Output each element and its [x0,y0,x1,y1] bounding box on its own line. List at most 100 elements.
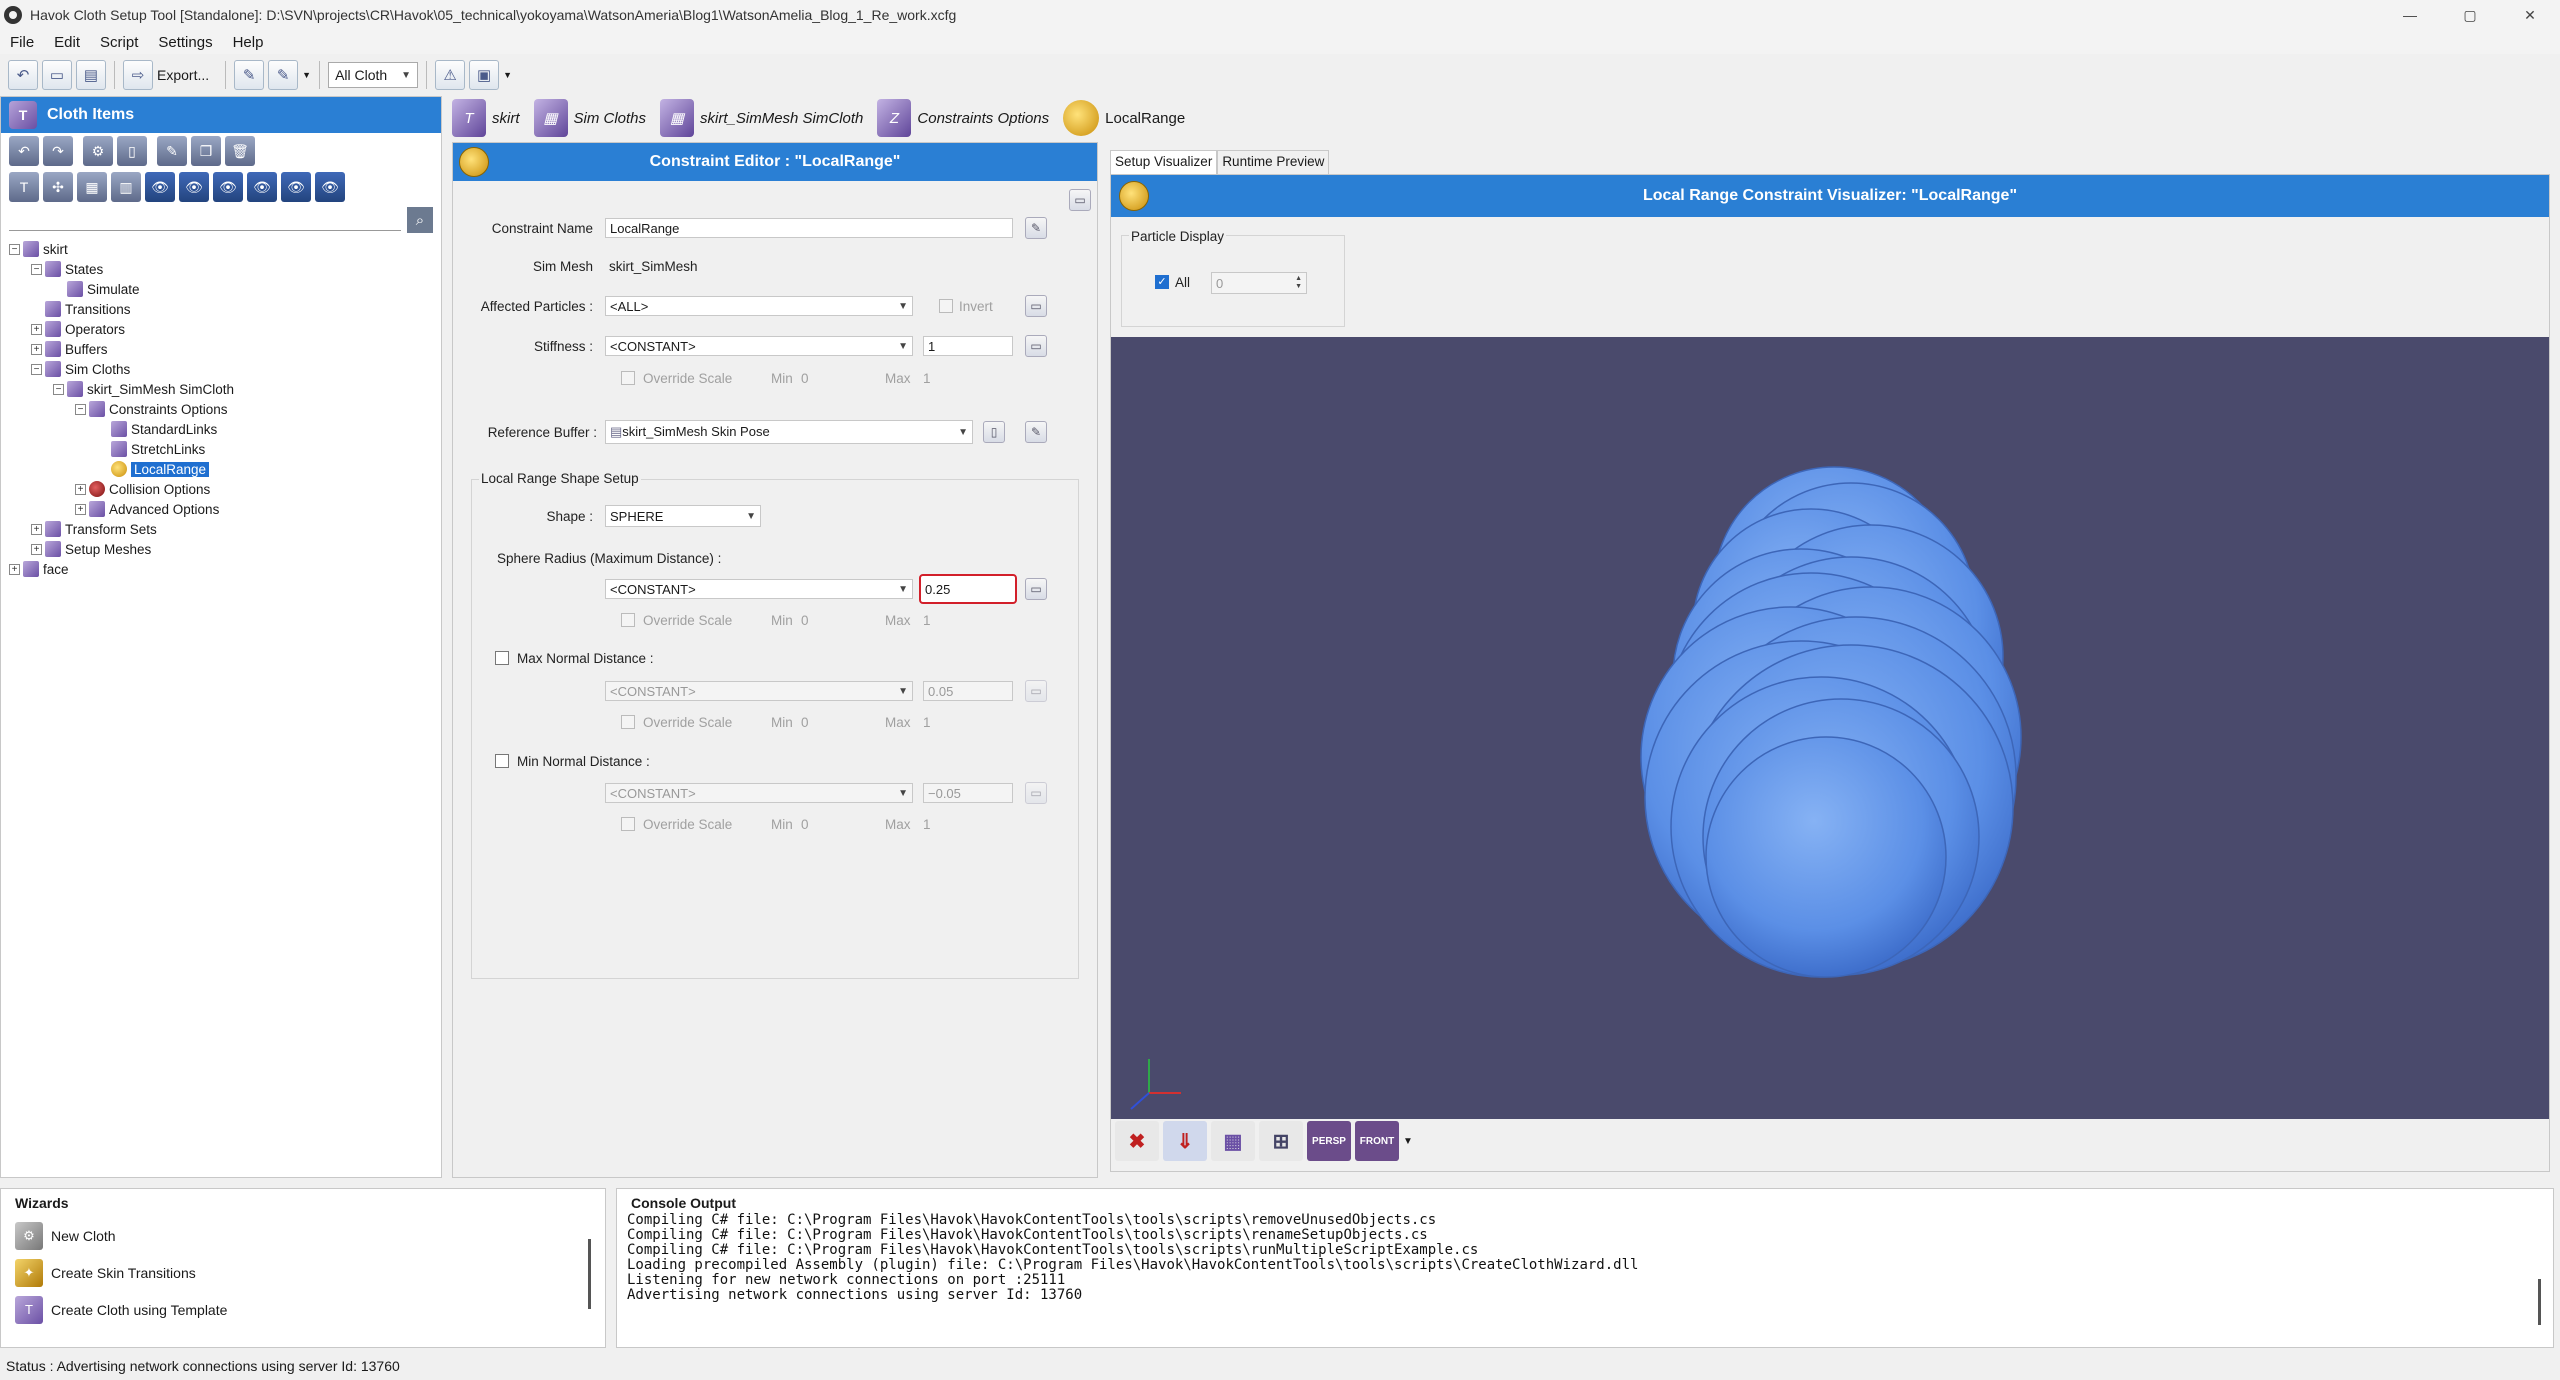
chevron-down-icon[interactable]: ▼ [1403,1136,1413,1147]
sphere-radius-value-input[interactable]: 0.25 [919,574,1017,604]
wizard-create-skin-transitions[interactable]: ✦ Create Skin Transitions [1,1254,605,1291]
stiffness-mode-select[interactable]: <CONSTANT> ▼ [605,336,913,356]
max-normal-options-icon[interactable]: ▭ [1025,680,1047,702]
collapse-icon[interactable]: − [31,263,42,275]
rename-edit-icon[interactable]: ✎ [1025,217,1047,239]
settings-gear-icon[interactable]: ⚙ [83,136,113,166]
chevron-down-icon[interactable]: ▼ [302,70,311,80]
override-scale-checkbox[interactable] [621,613,635,627]
mesh-view-icon[interactable]: ▦ [1211,1121,1255,1161]
override-scale-checkbox[interactable] [621,715,635,729]
console-scrollbar[interactable] [2538,1279,2541,1325]
tree-item[interactable]: + Advanced Options [9,499,433,519]
stiffness-value-input[interactable]: 1 [923,336,1013,356]
visibility-icon[interactable]: 👁 [179,172,209,202]
menu-script[interactable]: Script [90,34,148,51]
tree-item[interactable]: + face [9,559,433,579]
tree-item[interactable]: − States [9,259,433,279]
tree-item[interactable]: − skirt [9,239,433,259]
constraint-name-input[interactable]: LocalRange [605,218,1013,238]
menu-settings[interactable]: Settings [148,34,222,51]
3d-viewport[interactable] [1111,337,2549,1119]
max-normal-value-input[interactable]: 0.05 [923,681,1013,701]
particle-index-spinner[interactable]: 0 ▲ ▼ [1211,272,1307,294]
min-normal-distance-checkbox[interactable] [495,754,509,768]
expand-icon[interactable]: + [75,503,86,515]
expand-icon[interactable]: + [31,523,42,535]
edit-icon[interactable]: ✎ [234,60,265,90]
tree-item[interactable]: Transitions [9,299,433,319]
add-cloth-icon[interactable]: T [9,172,39,202]
tree-item[interactable]: − skirt_SimMesh SimCloth [9,379,433,399]
visibility-icon[interactable]: 👁 [213,172,243,202]
breadcrumb-item-sim-cloths[interactable]: ▦ Sim Cloths [533,99,655,137]
copy-icon[interactable]: ❐ [191,136,221,166]
monitor-icon[interactable]: ▣ [469,60,500,90]
tab-setup-visualizer[interactable]: Setup Visualizer [1110,150,1218,174]
save-icon[interactable]: ▤ [76,60,106,90]
shape-select[interactable]: SPHERE ▼ [605,505,761,527]
open-folder-icon[interactable]: ▭ [42,60,72,90]
undo-icon[interactable]: ↶ [9,136,39,166]
tree-item[interactable]: − Sim Cloths [9,359,433,379]
affected-particles-options-icon[interactable]: ▭ [1025,295,1047,317]
tree-item[interactable]: StretchLinks [9,439,433,459]
min-normal-mode-select[interactable]: <CONSTANT> ▼ [605,783,913,803]
visibility-icon[interactable]: 👁 [145,172,175,202]
breadcrumb-item-skirt[interactable]: T skirt [452,99,528,137]
expand-icon[interactable]: + [31,323,42,335]
chevron-down-icon[interactable]: ▼ [503,70,512,80]
menu-edit[interactable]: Edit [44,34,90,51]
breadcrumb-item-simcloth[interactable]: ▦ skirt_SimMesh SimCloth [660,99,871,137]
tree-item[interactable]: + Buffers [9,339,433,359]
warning-icon[interactable]: ⚠ [435,60,466,90]
editor-options-icon[interactable]: ▭ [1069,189,1091,211]
min-normal-options-icon[interactable]: ▭ [1025,782,1047,804]
menu-file[interactable]: File [0,34,44,51]
buffer-view-icon[interactable]: ▯ [983,421,1005,443]
front-view-button[interactable]: FRONT [1355,1121,1399,1161]
menu-help[interactable]: Help [223,34,274,51]
edit-dropdown-icon[interactable]: ✎ [268,60,299,90]
sphere-radius-mode-select[interactable]: <CONSTANT> ▼ [605,579,913,599]
breadcrumb-item-localrange[interactable]: LocalRange [1063,100,1193,136]
add-simcloth-icon[interactable]: ▥ [111,172,141,202]
expand-icon[interactable]: + [31,343,42,355]
maximize-button[interactable]: ▢ [2440,0,2500,30]
tree-item[interactable]: + Collision Options [9,479,433,499]
minimize-button[interactable]: — [2380,0,2440,30]
close-button[interactable]: ✕ [2500,0,2560,30]
wizard-new-cloth[interactable]: ⚙ New Cloth [1,1217,605,1254]
tree-item[interactable]: − Constraints Options [9,399,433,419]
tree-item[interactable]: StandardLinks [9,419,433,439]
visibility-icon[interactable]: 👁 [247,172,277,202]
reset-view-icon[interactable]: ✖ [1115,1121,1159,1161]
delete-trash-icon[interactable]: 🗑 [225,136,255,166]
perspective-view-button[interactable]: PERSP [1307,1121,1351,1161]
reference-buffer-select[interactable]: ▤skirt_SimMesh Skin Pose ▼ [605,420,973,444]
breadcrumb-item-constraints-options[interactable]: Z Constraints Options [877,99,1057,137]
visibility-icon[interactable]: 👁 [315,172,345,202]
stiffness-options-icon[interactable]: ▭ [1025,335,1047,357]
add-buffer-icon[interactable]: ▦ [77,172,107,202]
collapse-icon[interactable]: − [53,383,64,395]
collapse-icon[interactable]: − [75,403,86,415]
collapse-icon[interactable]: − [9,243,20,255]
override-scale-checkbox[interactable] [621,817,635,831]
grid-icon[interactable]: ⊞ [1259,1121,1303,1161]
visibility-icon[interactable]: 👁 [281,172,311,202]
expand-icon[interactable]: + [75,483,86,495]
max-normal-distance-checkbox[interactable] [495,651,509,665]
collapse-icon[interactable]: − [31,363,42,375]
tree-item[interactable]: + Operators [9,319,433,339]
min-normal-value-input[interactable]: −0.05 [923,783,1013,803]
buffer-edit-icon[interactable]: ✎ [1025,421,1047,443]
edit-icon[interactable]: ✎ [157,136,187,166]
wizards-scrollbar[interactable] [588,1239,591,1309]
move-down-icon[interactable]: ⇓ [1163,1121,1207,1161]
new-document-icon[interactable]: ▯ [117,136,147,166]
invert-checkbox[interactable] [939,299,953,313]
tree-item[interactable]: Simulate [9,279,433,299]
max-normal-mode-select[interactable]: <CONSTANT> ▼ [605,681,913,701]
tree-item[interactable]: + Setup Meshes [9,539,433,559]
